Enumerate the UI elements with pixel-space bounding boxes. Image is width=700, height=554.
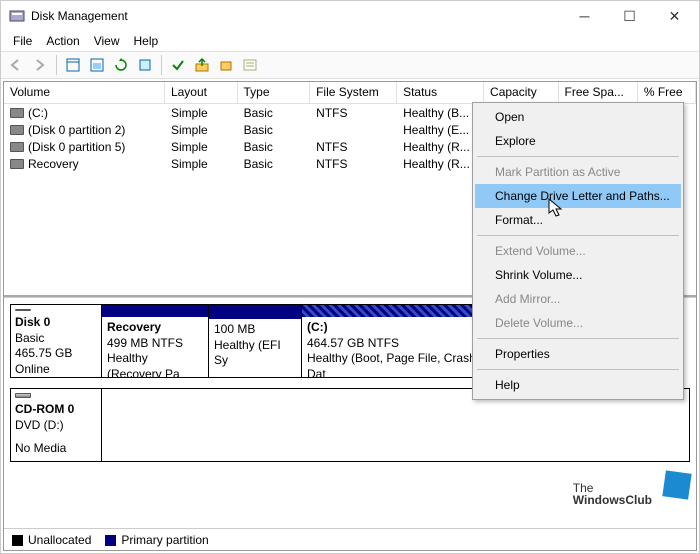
col-volume[interactable]: Volume bbox=[4, 82, 165, 103]
volume-cell: NTFS bbox=[310, 106, 397, 120]
tb-icon-2[interactable] bbox=[86, 54, 108, 76]
disk-size: 465.75 GB bbox=[15, 346, 97, 362]
tb-icon-1[interactable] bbox=[62, 54, 84, 76]
partition-stripe bbox=[102, 305, 208, 317]
maximize-button[interactable]: ☐ bbox=[607, 1, 652, 31]
context-menu-item[interactable]: Shrink Volume... bbox=[475, 263, 681, 287]
menu-view[interactable]: View bbox=[88, 32, 126, 50]
col-capacity[interactable]: Capacity bbox=[484, 82, 558, 103]
context-menu-item[interactable]: Properties bbox=[475, 342, 681, 366]
volume-cell: Basic bbox=[238, 140, 311, 154]
legend-primary: Primary partition bbox=[105, 533, 208, 547]
partition-status: Healthy (EFI Sy bbox=[214, 338, 281, 368]
watermark-square-icon bbox=[662, 470, 691, 499]
tb-icon-7[interactable] bbox=[215, 54, 237, 76]
partition-stripe bbox=[209, 305, 301, 319]
partition-status: Healthy (Recovery Pa bbox=[107, 351, 180, 377]
window-title: Disk Management bbox=[31, 9, 562, 23]
legend-unallocated: Unallocated bbox=[12, 533, 91, 547]
disk-icon bbox=[15, 393, 31, 398]
disk-status: No Media bbox=[15, 441, 97, 457]
col-pct[interactable]: % Free bbox=[638, 82, 696, 103]
refresh-icon[interactable] bbox=[110, 54, 132, 76]
partition-info: 499 MB NTFS bbox=[107, 336, 183, 350]
context-menu-item: Mark Partition as Active bbox=[475, 160, 681, 184]
partition[interactable]: Recovery 499 MB NTFSHealthy (Recovery Pa bbox=[101, 304, 209, 378]
context-menu[interactable]: OpenExplore Mark Partition as ActiveChang… bbox=[472, 102, 684, 400]
partition-title: (C:) bbox=[307, 320, 328, 334]
partition-info: 464.57 GB NTFS bbox=[307, 336, 399, 350]
tb-icon-8[interactable] bbox=[239, 54, 261, 76]
forward-button bbox=[29, 54, 51, 76]
disk-label[interactable]: CD-ROM 0DVD (D:) No Media bbox=[10, 388, 102, 462]
context-menu-item: Extend Volume... bbox=[475, 239, 681, 263]
partition-info: 100 MB bbox=[214, 322, 255, 336]
col-fs[interactable]: File System bbox=[310, 82, 397, 103]
context-menu-item[interactable]: Explore bbox=[475, 129, 681, 153]
context-menu-separator bbox=[477, 235, 679, 236]
disk-label[interactable]: Disk 0Basic465.75 GBOnline bbox=[10, 304, 102, 378]
context-menu-separator bbox=[477, 338, 679, 339]
disk-type: Basic bbox=[15, 331, 97, 347]
context-menu-separator bbox=[477, 369, 679, 370]
disk-icon bbox=[15, 309, 31, 311]
tb-icon-6[interactable] bbox=[191, 54, 213, 76]
col-layout[interactable]: Layout bbox=[165, 82, 238, 103]
close-button[interactable]: ✕ bbox=[652, 1, 697, 31]
volume-cell: Basic bbox=[238, 157, 311, 171]
col-free[interactable]: Free Spa... bbox=[559, 82, 638, 103]
volume-icon bbox=[10, 108, 24, 118]
volume-cell: (Disk 0 partition 2) bbox=[4, 123, 165, 137]
context-menu-separator bbox=[477, 156, 679, 157]
tb-icon-4[interactable] bbox=[134, 54, 156, 76]
disk-type: DVD (D:) bbox=[15, 418, 97, 434]
toolbar bbox=[1, 51, 699, 79]
context-menu-item: Delete Volume... bbox=[475, 311, 681, 335]
context-menu-item[interactable]: Open bbox=[475, 105, 681, 129]
menu-file[interactable]: File bbox=[7, 32, 38, 50]
menu-action[interactable]: Action bbox=[40, 32, 85, 50]
legend: Unallocated Primary partition bbox=[4, 528, 696, 550]
menu-help[interactable]: Help bbox=[128, 32, 165, 50]
col-status[interactable]: Status bbox=[397, 82, 484, 103]
volume-list-header[interactable]: Volume Layout Type File System Status Ca… bbox=[4, 82, 696, 104]
volume-icon bbox=[10, 125, 24, 135]
partition[interactable]: 100 MB Healthy (EFI Sy bbox=[208, 304, 302, 378]
volume-cell: Basic bbox=[238, 106, 311, 120]
partition-title: Recovery bbox=[107, 320, 161, 334]
disk-status: Online bbox=[15, 362, 97, 378]
volume-cell: NTFS bbox=[310, 157, 397, 171]
col-type[interactable]: Type bbox=[238, 82, 311, 103]
volume-cell: (C:) bbox=[4, 106, 165, 120]
disk-name: CD-ROM 0 bbox=[15, 402, 97, 418]
context-menu-item[interactable]: Format... bbox=[475, 208, 681, 232]
context-menu-item[interactable]: Help bbox=[475, 373, 681, 397]
volume-cell: Simple bbox=[165, 123, 238, 137]
volume-icon bbox=[10, 159, 24, 169]
volume-cell: Simple bbox=[165, 157, 238, 171]
minimize-button[interactable]: ─ bbox=[562, 1, 607, 31]
volume-cell: Simple bbox=[165, 106, 238, 120]
watermark: The WindowsClub bbox=[573, 482, 652, 506]
volume-cell: Basic bbox=[238, 123, 311, 137]
context-menu-item[interactable]: Change Drive Letter and Paths... bbox=[475, 184, 681, 208]
tb-icon-5[interactable] bbox=[167, 54, 189, 76]
volume-icon bbox=[10, 142, 24, 152]
back-button bbox=[5, 54, 27, 76]
titlebar[interactable]: Disk Management ─ ☐ ✕ bbox=[1, 1, 699, 31]
volume-cell: NTFS bbox=[310, 140, 397, 154]
disk-name: Disk 0 bbox=[15, 315, 97, 331]
app-icon bbox=[9, 8, 25, 24]
volume-cell: (Disk 0 partition 5) bbox=[4, 140, 165, 154]
menubar: File Action View Help bbox=[1, 31, 699, 51]
context-menu-item: Add Mirror... bbox=[475, 287, 681, 311]
volume-cell: Recovery bbox=[4, 157, 165, 171]
volume-cell: Simple bbox=[165, 140, 238, 154]
